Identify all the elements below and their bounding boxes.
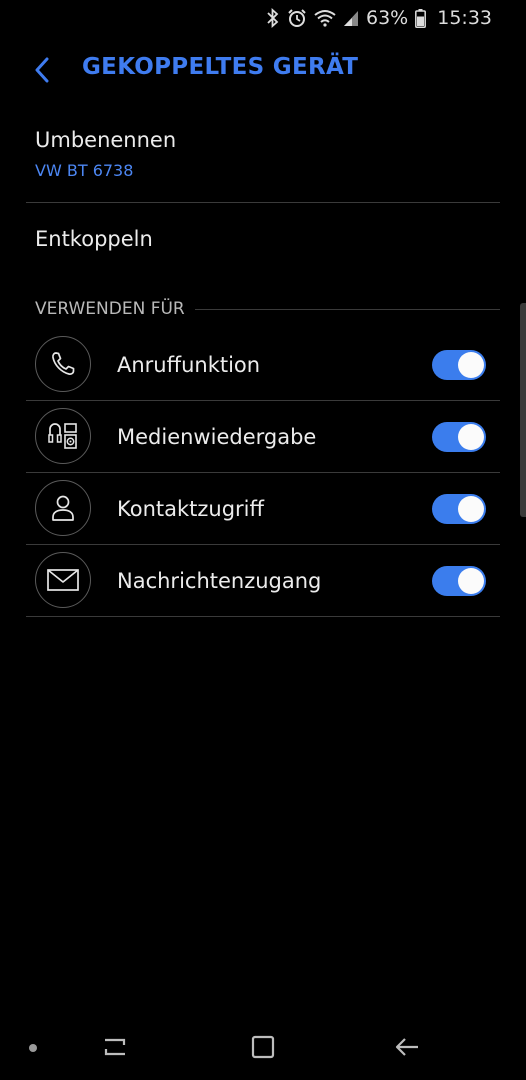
nav-dot-icon[interactable] [29,1044,37,1052]
bluetooth-icon [267,8,279,28]
divider [26,616,500,617]
header: GEKOPPELTES GERÄT [0,48,526,92]
recents-icon [104,1038,126,1056]
toggle-knob [458,496,484,522]
call-toggle[interactable] [432,350,486,380]
contacts-toggle[interactable] [432,494,486,524]
section-label: VERWENDEN FÜR [35,299,185,319]
media-icon [35,408,91,464]
contact-icon [35,480,91,536]
section-divider [194,308,500,310]
profile-row-messages[interactable]: Nachrichtenzugang [0,545,526,617]
profile-label: Kontaktzugriff [117,497,264,521]
page-title: GEKOPPELTES GERÄT [82,54,359,80]
back-icon [395,1038,418,1056]
navigation-bar [0,1014,526,1080]
home-button[interactable] [246,1030,280,1064]
toggle-knob [458,352,484,378]
scrollbar[interactable] [520,303,526,517]
section-header: VERWENDEN FÜR [35,296,500,322]
media-toggle[interactable] [432,422,486,452]
back-button[interactable] [28,54,56,86]
profile-row-media[interactable]: Medienwiedergabe [0,401,526,473]
toggle-knob [458,568,484,594]
profile-label: Anruffunktion [117,353,261,377]
clock: 15:33 [437,7,492,29]
chevron-left-icon [35,57,49,83]
battery-icon [415,8,427,28]
recents-button[interactable] [98,1030,132,1064]
profile-row-call[interactable]: Anruffunktion [0,329,526,401]
toggle-knob [458,424,484,450]
wifi-icon [314,10,336,27]
messages-toggle[interactable] [432,566,486,596]
unpair-item[interactable]: Entkoppeln [0,203,500,279]
phone-icon [35,336,91,392]
profile-label: Nachrichtenzugang [117,569,322,593]
home-icon [251,1035,275,1059]
rename-item[interactable]: Umbenennen VW BT 6738 [0,118,500,202]
profile-row-contacts[interactable]: Kontaktzugriff [0,473,526,545]
status-bar: 63% 15:33 [0,0,526,36]
rename-label: Umbenennen [35,128,177,152]
alarm-icon [288,9,306,27]
nav-back-button[interactable] [391,1030,425,1064]
unpair-label: Entkoppeln [35,227,153,251]
profile-list: Anruffunktion Medienwiedergabe Kontaktzu… [0,329,526,617]
message-icon [35,552,91,608]
signal-icon [344,11,358,26]
battery-percent: 63% [366,7,409,29]
device-name: VW BT 6738 [35,161,134,180]
profile-label: Medienwiedergabe [117,425,317,449]
